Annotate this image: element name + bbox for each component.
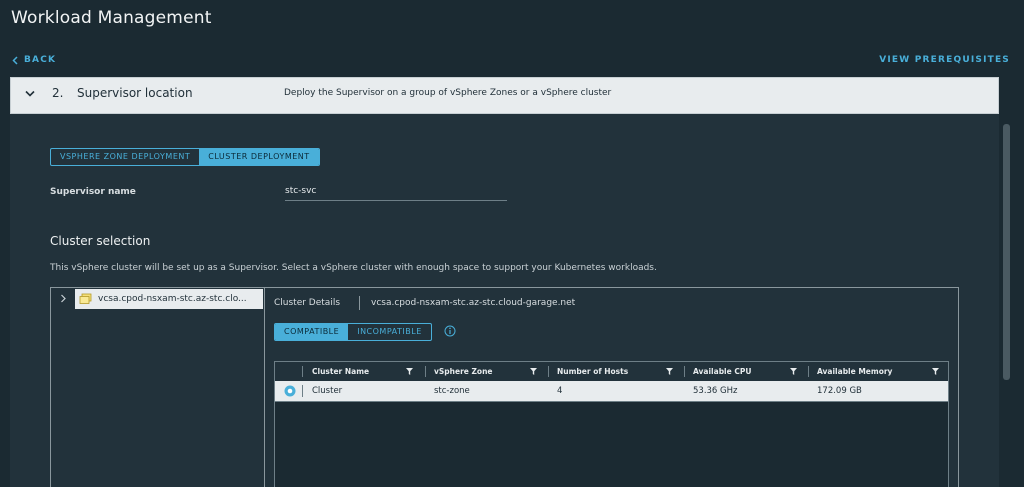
column-separator (302, 366, 303, 377)
column-header-cluster-name[interactable]: Cluster Name (312, 362, 369, 381)
view-prerequisites-link[interactable]: VIEW PREREQUISITES (879, 55, 1010, 65)
supervisor-name-label: Supervisor name (50, 187, 136, 197)
supervisor-name-input[interactable] (285, 181, 507, 201)
cluster-details-label: Cluster Details (274, 298, 341, 308)
cell-cluster-name: Cluster (312, 386, 343, 396)
details-separator (359, 296, 360, 310)
compatibility-toggle: COMPATIBLE INCOMPATIBLE (274, 323, 432, 341)
column-header-available-cpu[interactable]: Available CPU (693, 362, 751, 381)
filter-icon[interactable] (666, 368, 673, 375)
back-link[interactable]: BACK (12, 55, 56, 65)
grid-header: Cluster Name vSphere Zone Number of Host… (275, 362, 948, 382)
page-title: Workload Management (11, 8, 212, 28)
column-header-available-memory[interactable]: Available Memory (817, 362, 892, 381)
cluster-selection-heading: Cluster selection (50, 234, 151, 248)
step-description: Deploy the Supervisor on a group of vSph… (284, 88, 612, 98)
filter-icon[interactable] (406, 368, 413, 375)
cell-available-cpu: 53.36 GHz (693, 386, 738, 396)
filter-icon[interactable] (932, 368, 939, 375)
column-separator (548, 366, 549, 377)
cluster-deployment-option[interactable]: CLUSTER DEPLOYMENT (199, 149, 319, 165)
column-header-vsphere-zone[interactable]: vSphere Zone (434, 362, 493, 381)
chevron-left-icon (12, 55, 18, 65)
deployment-type-toggle: VSPHERE ZONE DEPLOYMENT CLUSTER DEPLOYME… (50, 148, 320, 166)
cell-number-of-hosts: 4 (557, 386, 563, 396)
cell-vsphere-zone: stc-zone (434, 386, 470, 396)
back-label: BACK (24, 55, 57, 65)
column-header-number-of-hosts[interactable]: Number of Hosts (557, 362, 628, 381)
step-number: 2. (52, 86, 64, 100)
column-separator (684, 366, 685, 377)
zone-deployment-option[interactable]: VSPHERE ZONE DEPLOYMENT (51, 149, 199, 165)
cluster-details-value: vcsa.cpod-nsxam-stc.az-stc.cloud-garage.… (371, 298, 576, 308)
tree-node-label: vcsa.cpod-nsxam-stc.az-stc.clo... (98, 294, 247, 304)
tree-node-vcenter[interactable]: vcsa.cpod-nsxam-stc.az-stc.clo... (75, 289, 263, 309)
radio-selected-icon[interactable] (284, 385, 296, 397)
table-row[interactable]: Cluster stc-zone 4 53.36 GHz 172.09 GB (275, 381, 948, 402)
cluster-icon (79, 293, 92, 305)
column-separator (808, 366, 809, 377)
incompatible-option[interactable]: INCOMPATIBLE (348, 324, 431, 340)
cluster-selection-description: This vSphere cluster will be set up as a… (50, 263, 657, 273)
step-header[interactable]: 2. Supervisor location Deploy the Superv… (10, 77, 999, 114)
info-icon[interactable] (444, 325, 456, 337)
filter-icon[interactable] (790, 368, 797, 375)
column-separator (302, 385, 303, 397)
cell-available-memory: 172.09 GB (817, 386, 862, 396)
filter-icon[interactable] (530, 368, 537, 375)
compatible-option[interactable]: COMPATIBLE (275, 324, 349, 340)
scrollbar-thumb[interactable] (1003, 124, 1010, 380)
tree-divider (264, 288, 265, 487)
column-separator (425, 366, 426, 377)
chevron-right-icon[interactable] (60, 294, 66, 303)
step-title: Supervisor location (77, 86, 193, 100)
chevron-down-icon[interactable] (25, 90, 35, 97)
